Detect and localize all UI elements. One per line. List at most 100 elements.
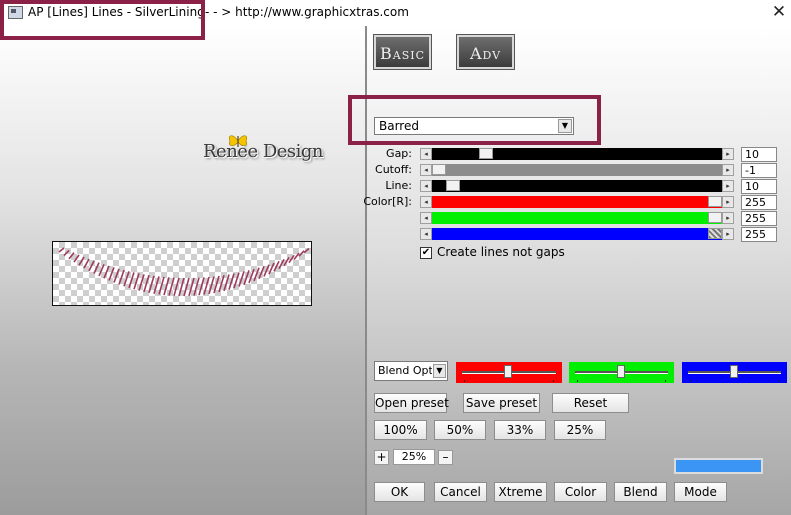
slider-track[interactable] <box>432 212 722 224</box>
preview-stripes <box>58 247 310 297</box>
slider-label: Gap: <box>386 147 412 160</box>
preview-stripe <box>143 274 150 293</box>
slider-value-field[interactable]: 255 <box>741 195 777 210</box>
reset-button[interactable]: Reset <box>552 393 629 413</box>
preview-stripe <box>108 267 115 281</box>
blend-options-value: Blend Options <box>378 364 432 377</box>
arrow-right-icon[interactable]: ▸ <box>722 180 734 192</box>
blend-button[interactable]: Blend <box>614 482 667 502</box>
slider-thumb[interactable] <box>479 148 493 159</box>
xtreme-button[interactable]: Xtreme <box>494 482 547 502</box>
preview-canvas[interactable] <box>52 241 312 306</box>
preview-stripe <box>198 277 205 296</box>
arrow-left-icon[interactable]: ◂ <box>420 196 432 208</box>
progress-bar <box>674 458 763 474</box>
highlight-mode-select <box>348 95 601 145</box>
zoom-33-button[interactable]: 33% <box>494 420 546 440</box>
preview-stripe <box>103 265 110 279</box>
close-button[interactable]: ✕ <box>770 2 788 22</box>
preview-stripe <box>193 277 200 296</box>
preview-stripe <box>73 254 80 263</box>
preview-stripe <box>243 270 250 286</box>
cancel-button[interactable]: Cancel <box>434 482 487 502</box>
preview-stripe <box>253 267 260 282</box>
slider-label: Line: <box>385 179 412 192</box>
preview-stripe <box>83 258 90 269</box>
slider-thumb[interactable] <box>708 228 722 239</box>
preview-stripe <box>188 277 195 297</box>
save-preset-button[interactable]: Save preset <box>463 393 540 413</box>
arrow-right-icon[interactable]: ▸ <box>722 228 734 240</box>
open-preset-button[interactable]: Open preset <box>374 393 449 413</box>
arrow-left-icon[interactable]: ◂ <box>420 180 432 192</box>
preview-stripe <box>158 276 165 295</box>
zoom-25-button[interactable]: 25% <box>554 420 606 440</box>
blend-options-select[interactable]: Blend Options ▼ <box>374 361 448 381</box>
slider-value-field[interactable]: 255 <box>741 227 777 242</box>
slider-thumb[interactable] <box>432 164 446 175</box>
create-lines-label: Create lines not gaps <box>437 245 565 259</box>
slider-track[interactable] <box>432 228 722 240</box>
green-channel-knob[interactable] <box>617 365 625 378</box>
zoom-out-button[interactable]: – <box>438 450 453 465</box>
preview-stripe <box>63 249 70 257</box>
preview-stripe <box>203 276 210 295</box>
preview-stripe <box>218 275 225 293</box>
slider-value-field[interactable]: 255 <box>741 211 777 226</box>
arrow-left-icon[interactable]: ◂ <box>420 212 432 224</box>
arrow-right-icon[interactable]: ▸ <box>722 212 734 224</box>
zoom-value[interactable]: 25% <box>393 449 435 465</box>
tab-adv[interactable]: Adv <box>456 34 515 70</box>
preview-stripe <box>298 250 305 257</box>
blue-channel-knob[interactable] <box>730 365 738 378</box>
slider-track[interactable] <box>432 148 722 160</box>
preview-stripe <box>278 258 285 270</box>
slider-track[interactable] <box>432 164 722 176</box>
arrow-left-icon[interactable]: ◂ <box>420 164 432 176</box>
preview-stripe <box>128 272 135 289</box>
preview-stripe <box>168 277 175 296</box>
preview-stripe <box>213 275 220 294</box>
red-channel-panel[interactable] <box>456 362 562 383</box>
butterfly-icon <box>228 135 248 147</box>
preview-stripe <box>98 264 105 277</box>
slider-track[interactable] <box>432 180 722 192</box>
preview-stripe <box>228 273 235 290</box>
preview-stripe <box>138 274 145 291</box>
preview-stripe <box>93 262 100 274</box>
slider-thumb[interactable] <box>708 196 722 207</box>
zoom-100-button[interactable]: 100% <box>374 420 427 440</box>
ok-button[interactable]: OK <box>374 482 425 502</box>
preview-stripe <box>233 272 240 289</box>
mode-button[interactable]: Mode <box>674 482 727 502</box>
preview-stripe <box>208 276 215 295</box>
slider-value-field[interactable]: 10 <box>741 179 777 194</box>
preview-stripe <box>68 252 75 260</box>
arrow-right-icon[interactable]: ▸ <box>722 164 734 176</box>
slider-thumb[interactable] <box>708 212 722 223</box>
preview-stripe <box>153 276 160 294</box>
window-url: - - > http://www.graphicxtras.com <box>205 5 409 19</box>
green-channel-panel[interactable] <box>569 362 674 383</box>
zoom-50-button[interactable]: 50% <box>434 420 486 440</box>
preview-stripe <box>263 264 270 277</box>
create-lines-checkbox[interactable]: ✔ <box>420 247 432 259</box>
arrow-right-icon[interactable]: ▸ <box>722 196 734 208</box>
arrow-left-icon[interactable]: ◂ <box>420 148 432 160</box>
arrow-left-icon[interactable]: ◂ <box>420 228 432 240</box>
blue-channel-panel[interactable] <box>682 362 787 383</box>
slider-value-field[interactable]: -1 <box>741 163 777 178</box>
arrow-right-icon[interactable]: ▸ <box>722 148 734 160</box>
color-button[interactable]: Color <box>554 482 607 502</box>
preview-stripe <box>283 256 290 267</box>
preview-stripe <box>118 269 125 285</box>
slider-value-field[interactable]: 10 <box>741 147 777 162</box>
slider-thumb[interactable] <box>446 180 460 191</box>
tab-basic[interactable]: Basic <box>373 34 432 70</box>
slider-track[interactable] <box>432 196 722 208</box>
chevron-down-icon[interactable]: ▼ <box>433 364 446 378</box>
preview-stripe <box>113 268 120 283</box>
red-channel-knob[interactable] <box>504 365 512 378</box>
zoom-in-button[interactable]: + <box>374 450 389 465</box>
preview-stripe <box>78 256 85 266</box>
